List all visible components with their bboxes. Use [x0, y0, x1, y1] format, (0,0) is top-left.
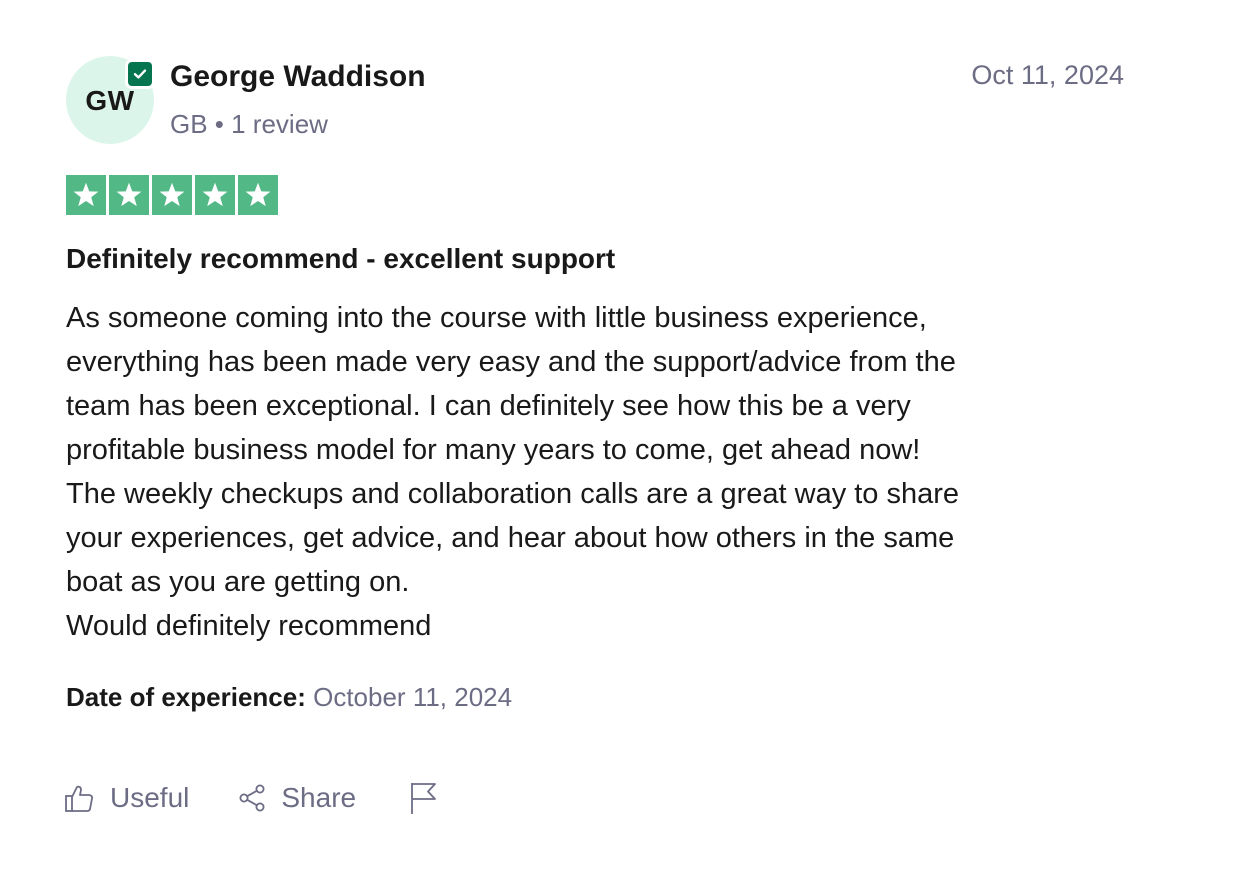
- review-title[interactable]: Definitely recommend - excellent support: [66, 243, 615, 275]
- share-button[interactable]: Share: [237, 782, 356, 814]
- review-body: As someone coming into the course with l…: [66, 296, 1146, 648]
- review-date: Oct 11, 2024: [971, 60, 1124, 90]
- useful-button[interactable]: Useful: [64, 782, 189, 814]
- review-body-line: your experiences, get advice, and hear a…: [66, 522, 955, 554]
- avatar-initials: GW: [85, 85, 135, 116]
- experience-date-value: October 11, 2024: [313, 682, 513, 712]
- star-icon: [109, 175, 149, 215]
- star-icon: [238, 175, 278, 215]
- reviewer-meta: GB • 1 review: [170, 109, 328, 139]
- review-body-line: boat as you are getting on.: [66, 566, 410, 598]
- star-icon: [195, 175, 235, 215]
- review-body-line: profitable business model for many years…: [66, 434, 921, 466]
- share-label: Share: [281, 782, 357, 813]
- star-icon: [66, 175, 106, 215]
- review-body-line: As someone coming into the course with l…: [66, 302, 927, 334]
- review-body-line: everything has been made very easy and t…: [66, 346, 956, 378]
- thumbs-up-icon: [64, 783, 94, 813]
- useful-label: Useful: [110, 782, 190, 813]
- experience-label: Date of experience:: [66, 682, 306, 712]
- share-icon: [237, 783, 267, 813]
- date-of-experience: Date of experience: October 11, 2024: [66, 682, 512, 713]
- review-body-line: team has been exceptional. I can definit…: [66, 390, 911, 422]
- review-body-line: Would definitely recommend: [66, 610, 432, 642]
- reviewer-name[interactable]: George Waddison: [170, 60, 426, 94]
- review-body-line: The weekly checkups and collaboration ca…: [66, 478, 960, 510]
- flag-icon: [408, 780, 438, 816]
- verified-check-icon: [128, 62, 152, 86]
- star-rating: [66, 175, 278, 215]
- flag-button[interactable]: [408, 780, 438, 816]
- review-actions: Useful Share: [64, 776, 438, 820]
- review-card: GW George Waddison GB • 1 review Oct 11,…: [0, 0, 1244, 882]
- star-icon: [152, 175, 192, 215]
